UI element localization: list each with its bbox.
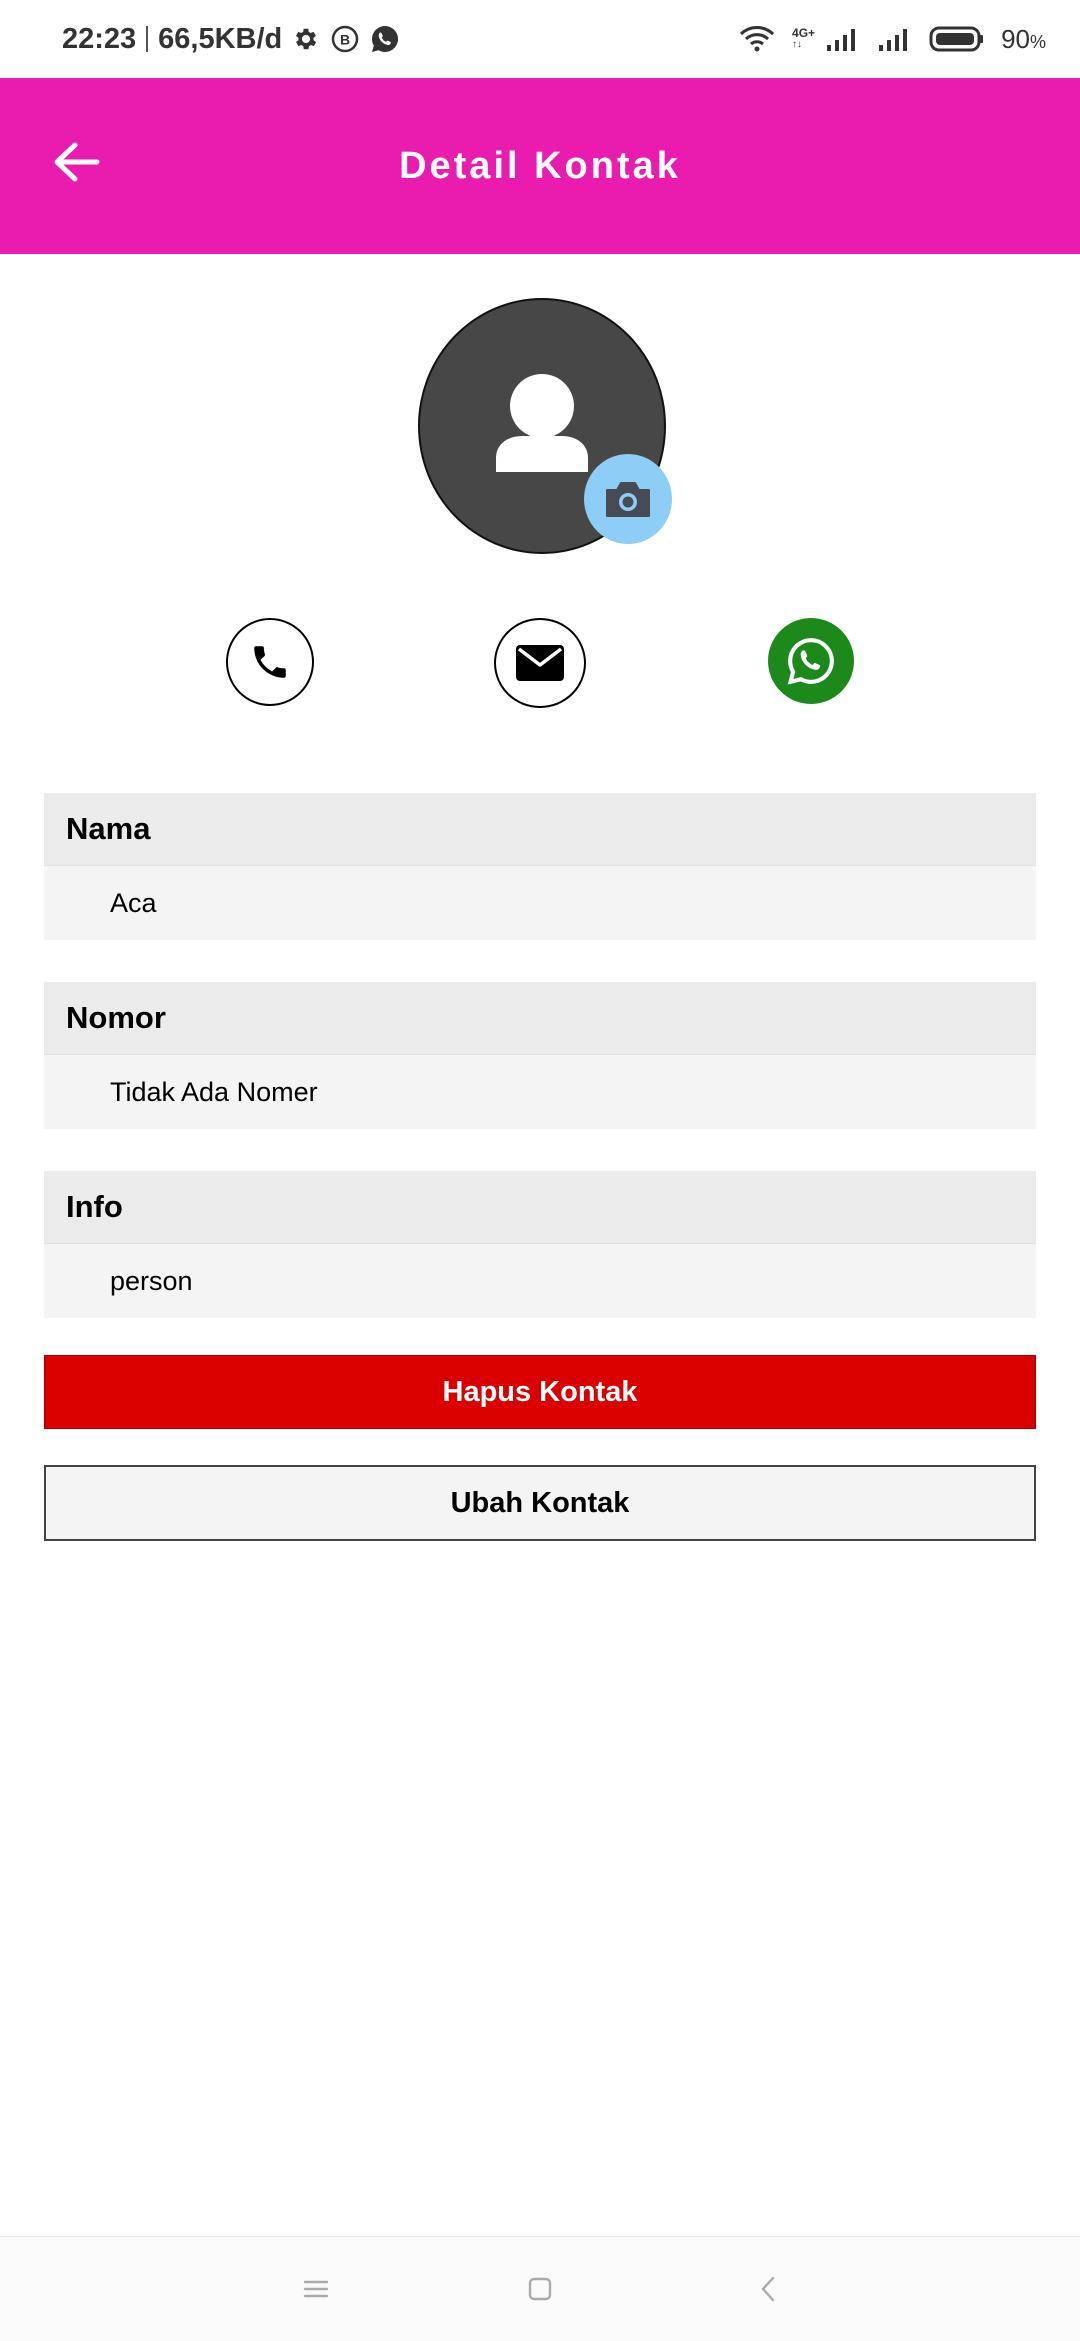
status-separator	[146, 26, 149, 52]
menu-icon	[303, 2280, 329, 2298]
edit-contact-button[interactable]: Ubah Kontak	[44, 1465, 1036, 1541]
field-value: person	[44, 1243, 1036, 1318]
battery-icon	[929, 25, 985, 53]
field-value: Tidak Ada Nomer	[44, 1054, 1036, 1129]
back-icon	[761, 2276, 775, 2302]
delete-contact-button[interactable]: Hapus Kontak	[44, 1355, 1036, 1429]
network-type: 4G+	[792, 26, 816, 40]
b-badge-icon: B	[330, 24, 360, 54]
status-right: 4G+ ↑↓ 90%	[738, 0, 1046, 78]
phone-icon	[254, 646, 286, 678]
field-value: Aca	[44, 865, 1036, 940]
battery-percent: 90%	[1001, 23, 1046, 54]
page-title: Detail Kontak	[399, 144, 681, 187]
status-left: 22:23 66,5KB/d B	[62, 0, 400, 78]
home-button[interactable]	[518, 2267, 562, 2311]
camera-icon	[606, 482, 650, 517]
call-button[interactable]	[226, 618, 314, 706]
arrow-left-icon	[54, 142, 100, 182]
status-net-speed: 66,5KB/d	[158, 22, 283, 55]
settings-icon	[292, 25, 320, 53]
whatsapp-notification-icon	[370, 24, 400, 54]
change-photo-button[interactable]	[584, 454, 672, 544]
email-button[interactable]	[494, 618, 586, 708]
wifi-icon	[738, 24, 776, 54]
email-icon	[516, 645, 564, 681]
field-label: Nomor	[44, 982, 1036, 1054]
app-bar: Detail Kontak	[0, 78, 1080, 254]
person-icon	[496, 374, 588, 472]
field-label: Info	[44, 1171, 1036, 1243]
status-bar: 22:23 66,5KB/d B 4G+ ↑↓ 90%	[0, 0, 1080, 78]
navigation-bar	[0, 2236, 1080, 2341]
field-nama: Nama Aca	[44, 793, 1036, 940]
svg-text:B: B	[340, 32, 350, 48]
system-back-button[interactable]	[746, 2267, 790, 2311]
network-type-label: 4G+ ↑↓	[792, 26, 816, 50]
signal-icon-2	[877, 25, 913, 53]
field-info: Info person	[44, 1171, 1036, 1318]
back-button[interactable]	[44, 130, 108, 194]
field-nomor: Nomor Tidak Ada Nomer	[44, 982, 1036, 1129]
recents-button[interactable]	[294, 2267, 338, 2311]
whatsapp-button[interactable]	[768, 618, 854, 704]
home-icon	[528, 2277, 552, 2301]
signal-icon	[825, 25, 861, 53]
whatsapp-icon	[787, 638, 834, 685]
field-label: Nama	[44, 793, 1036, 865]
status-time: 22:23	[62, 22, 137, 55]
